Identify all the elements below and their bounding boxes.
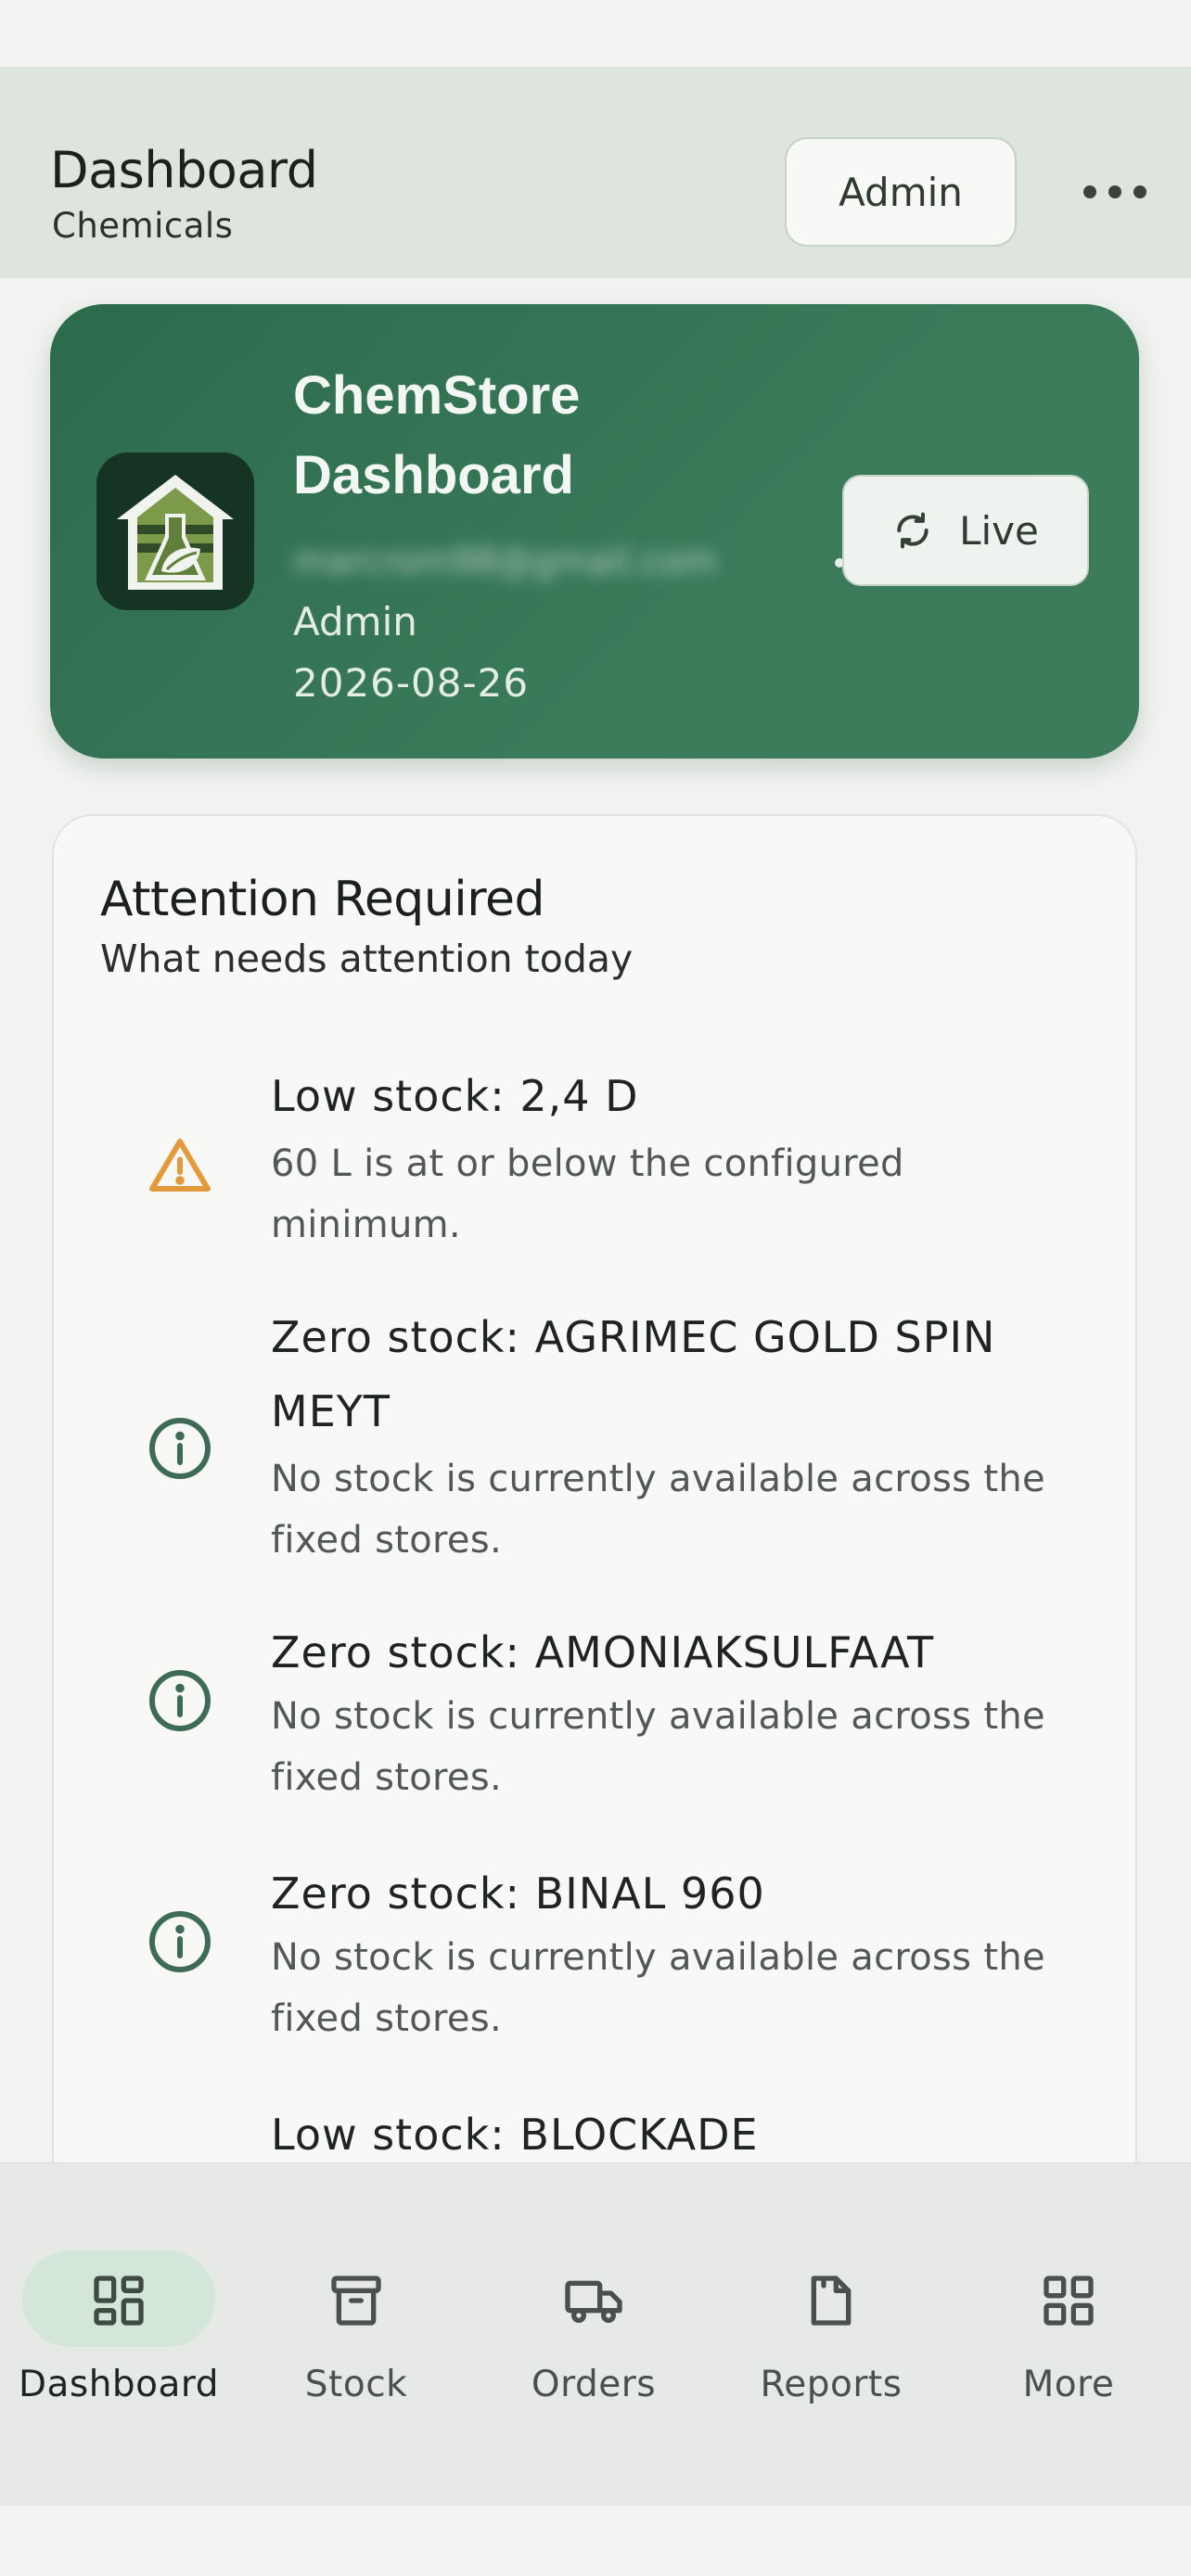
alert-title: Low stock: BLOCKADE [271, 2110, 759, 2160]
alert-title: Low stock: 2,4 D [271, 1071, 639, 1121]
dashboard-hero-card: ChemStore Dashboard marcrom98@gmail.com … [50, 304, 1139, 759]
info-circle-icon [149, 1911, 211, 1972]
alert-title: Zero stock: AGRIMEC GOLD SPIN MEYT [271, 1312, 996, 1436]
admin-button[interactable]: Admin [785, 137, 1017, 247]
page-subtitle: Chemicals [52, 206, 234, 246]
app-screen: Dashboard Chemicals Admin ChemStore Dash… [0, 0, 1191, 2576]
alert-description: No stock is currently available across t… [271, 1695, 1045, 1799]
user-role: Admin [293, 599, 417, 644]
more-dot [1133, 185, 1146, 198]
grid-icon [1044, 2276, 1094, 2326]
nav-item-reports[interactable]: Reports [712, 2208, 950, 2405]
live-label: Live [959, 507, 1039, 554]
hero-title: ChemStore Dashboard [293, 356, 580, 516]
hero-title-line: ChemStore [293, 365, 581, 426]
alert-item[interactable]: Zero stock: BINAL 960 No stock is curren… [54, 1856, 1135, 2079]
nav-label: Reports [760, 2364, 903, 2405]
current-date: 2026-08-26 [293, 660, 530, 706]
alert-title: Zero stock: BINAL 960 [271, 1868, 765, 1919]
nav-item-more[interactable]: More [950, 2208, 1187, 2405]
nav-item-dashboard[interactable]: Dashboard [0, 2208, 237, 2405]
info-circle-icon [149, 1670, 211, 1731]
attention-subtitle: What needs attention today [100, 937, 634, 981]
info-circle-icon [149, 1418, 211, 1479]
status-bar-area [0, 0, 1191, 67]
alert-description: No stock is currently available across t… [271, 1936, 1045, 2040]
nav-label: Orders [531, 2364, 657, 2405]
archive-box-icon [331, 2276, 381, 2326]
more-dot [1108, 185, 1121, 198]
alert-description: 60 L is at or below the configured minim… [271, 1142, 904, 1246]
report-document-icon [811, 2276, 852, 2326]
alert-item[interactable]: Zero stock: AGRIMEC GOLD SPIN MEYT No st… [54, 1300, 1135, 1597]
more-options-icon[interactable] [1083, 176, 1146, 208]
alert-item[interactable]: Low stock: 2,4 D 60 L is at or below the… [54, 1059, 1135, 1282]
more-dot [1083, 185, 1096, 198]
bottom-navigation-bar: Dashboard Stock Orders Reports More [0, 2162, 1191, 2506]
attention-required-card: Attention Required What needs attention … [52, 814, 1137, 2298]
alert-title: Zero stock: AMONIAKSULFAAT [271, 1627, 935, 1677]
live-refresh-button[interactable]: Live [842, 475, 1089, 586]
page-title: Dashboard [50, 141, 318, 199]
alert-item[interactable]: Zero stock: AMONIAKSULFAAT No stock is c… [54, 1615, 1135, 1838]
attention-title: Attention Required [100, 872, 544, 927]
nav-item-stock[interactable]: Stock [237, 2208, 475, 2405]
nav-label: More [1022, 2364, 1115, 2405]
user-email: marcrom98@gmail.com [293, 541, 717, 581]
top-app-bar: Dashboard Chemicals Admin [0, 67, 1191, 278]
nav-item-orders[interactable]: Orders [475, 2208, 712, 2405]
refresh-icon [897, 512, 928, 549]
greenhouse-flask-logo-icon [96, 453, 254, 610]
nav-label: Stock [304, 2364, 408, 2405]
home-indicator-area [0, 2506, 1191, 2576]
nav-label: Dashboard [18, 2364, 220, 2405]
truck-icon [565, 2280, 622, 2323]
dashboard-icon [94, 2276, 144, 2326]
hero-title-line: Dashboard [293, 445, 574, 505]
alert-description: No stock is currently available across t… [271, 1458, 1045, 1562]
warning-triangle-icon [149, 1139, 211, 1192]
